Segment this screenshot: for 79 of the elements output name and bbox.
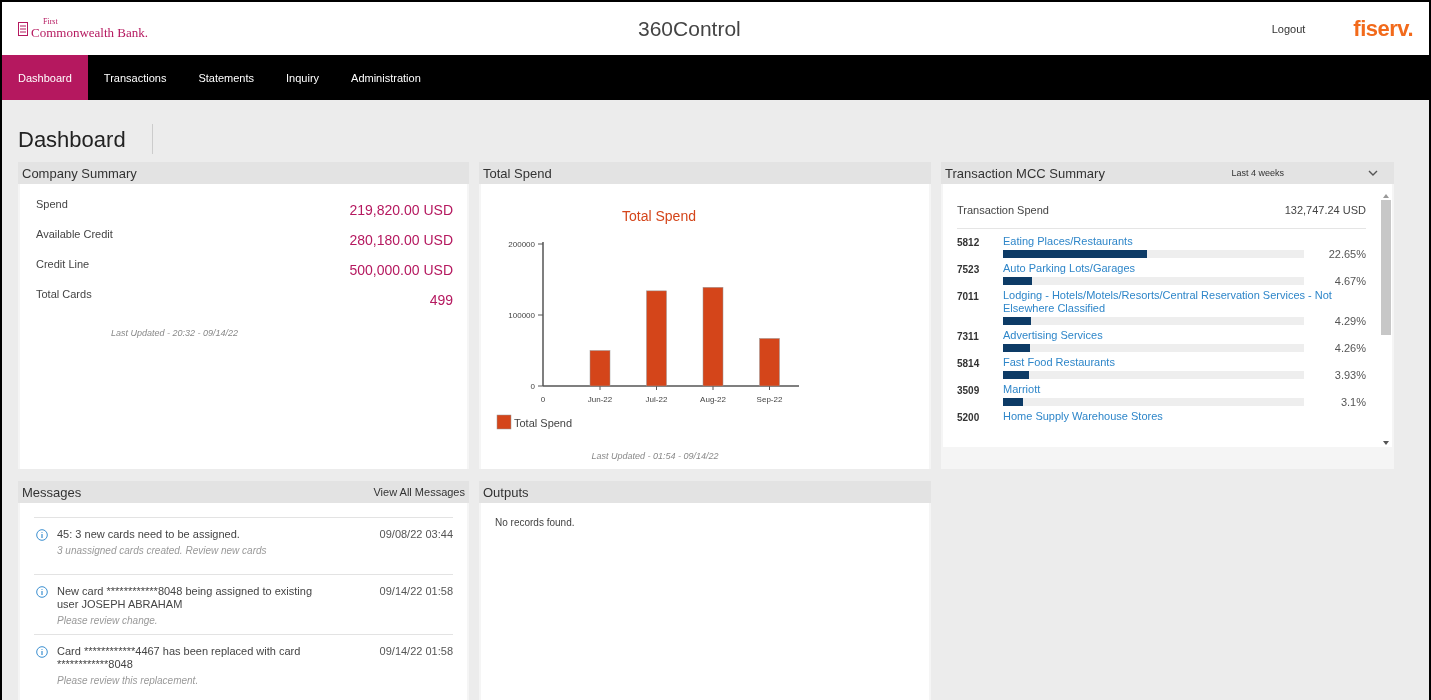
- mcc-code: 5814: [957, 357, 981, 371]
- message-date: 09/08/22 03:44: [379, 528, 453, 542]
- y-tick-label: 200000: [508, 240, 535, 249]
- message-date: 09/14/22 01:58: [379, 585, 453, 599]
- summary-value: 499: [429, 292, 453, 310]
- page-title: Dashboard: [18, 127, 126, 153]
- chart-title: Total Spend: [622, 208, 696, 224]
- summary-label: Total Cards: [36, 288, 92, 302]
- percent-value: 3.1%: [1339, 396, 1366, 408]
- nav-tab[interactable]: Dashboard: [2, 55, 88, 100]
- panel-title: Total Spend: [483, 165, 552, 181]
- percent-value: 4.26%: [1333, 342, 1366, 354]
- mcc-link[interactable]: Marriott: [1003, 383, 1366, 396]
- nav-tab[interactable]: Transactions: [87, 55, 183, 100]
- panel-title: Company Summary: [22, 165, 137, 181]
- percent-value: 3.93%: [1333, 369, 1366, 381]
- chart-bar: [759, 338, 780, 387]
- mcc-link[interactable]: Home Supply Warehouse Stores: [1003, 410, 1366, 423]
- y-tick-label: 100000: [508, 311, 535, 320]
- message-date: 09/14/22 01:58: [379, 645, 453, 659]
- mcc-code: 3509: [957, 384, 981, 398]
- summary-value: 219,820.00 USD: [349, 202, 453, 220]
- x-tick-label: Jun-22: [587, 395, 613, 404]
- message-detail: Please review this replacement.: [57, 675, 200, 686]
- mcc-code: 7311: [957, 330, 980, 344]
- last-updated: Last Updated - 20:32 - 09/14/22: [109, 328, 240, 338]
- nav-tab[interactable]: Statements: [182, 55, 271, 100]
- message-detail: Please review change.: [57, 615, 159, 626]
- panel-title: Outputs: [483, 484, 529, 500]
- empty-message: No records found.: [495, 517, 575, 528]
- total-value: 132,747.24 USD: [1284, 204, 1366, 216]
- message-text: Card ************4467 has been replaced with card ************8048: [57, 645, 302, 671]
- view-all-link[interactable]: View All Messages: [373, 486, 465, 498]
- period-dropdown[interactable]: Last 4 weeks: [1227, 166, 1288, 180]
- summary-value: 500,000.00 USD: [349, 262, 453, 280]
- chart-bar: [589, 350, 611, 387]
- mcc-code: 5200: [957, 411, 981, 423]
- message-text: New card ************8048 being assigned to existing user JOSEPH ABRAHAM: [57, 585, 313, 611]
- info-icon: [36, 586, 48, 598]
- summary-value: 280,180.00 USD: [349, 232, 453, 250]
- mcc-link[interactable]: Lodging - Hotels/Motels/Resorts/Central Reservation Services - Not Elsewhere Classified: [1003, 289, 1366, 315]
- scroll-up-icon[interactable]: [1383, 194, 1389, 198]
- app-title: 360Control: [637, 16, 742, 41]
- message-detail: 3 unassigned cards created. Review new cards: [57, 545, 268, 556]
- nav-tab[interactable]: Administration: [335, 55, 437, 100]
- info-icon: [36, 646, 48, 658]
- panel-title: Transaction MCC Summary: [945, 165, 1105, 181]
- scroll-down-icon[interactable]: [1383, 441, 1389, 445]
- x-tick-label: Sep-22: [756, 395, 783, 404]
- mcc-link[interactable]: Fast Food Restaurants: [1003, 356, 1366, 369]
- brand-logo: fiserv.: [1353, 15, 1413, 42]
- x-tick-label: Aug-22: [700, 395, 726, 404]
- y-tick-label: 0: [530, 382, 535, 391]
- panel-title: Messages: [22, 484, 82, 500]
- nav-tab[interactable]: Inquiry: [270, 55, 336, 100]
- percent-value: 22.65%: [1327, 248, 1366, 260]
- logout-link[interactable]: Logout: [1271, 22, 1306, 35]
- mcc-link[interactable]: Auto Parking Lots/Garages: [1003, 262, 1366, 275]
- mcc-code: 5812: [957, 236, 981, 250]
- mcc-code: 7523: [957, 263, 981, 277]
- percent-value: 4.67%: [1333, 275, 1366, 287]
- mcc-link[interactable]: Advertising Services: [1003, 329, 1366, 342]
- legend-swatch: [496, 414, 512, 430]
- percent-value: 4.29%: [1333, 315, 1366, 327]
- message-text: 45: 3 new cards need to be assigned.: [57, 528, 241, 541]
- mcc-link[interactable]: Eating Places/Restaurants: [1003, 235, 1366, 248]
- summary-label: Available Credit: [36, 228, 113, 242]
- chevron-down-icon[interactable]: [1368, 170, 1378, 176]
- summary-label: Credit Line: [36, 258, 90, 272]
- mcc-code: 7011: [957, 290, 980, 304]
- summary-label: Spend: [36, 198, 68, 212]
- bank-logo: First Commonwealth Bank.: [18, 18, 578, 39]
- info-icon: [36, 529, 48, 541]
- legend-label: Total Spend: [514, 417, 573, 429]
- x-tick-label: 0: [540, 395, 546, 404]
- scrollbar[interactable]: [1380, 192, 1392, 447]
- total-label: Transaction Spend: [957, 204, 1049, 216]
- x-tick-label: Jul-22: [645, 395, 668, 404]
- last-updated: Last Updated - 01:54 - 09/14/22: [590, 451, 720, 461]
